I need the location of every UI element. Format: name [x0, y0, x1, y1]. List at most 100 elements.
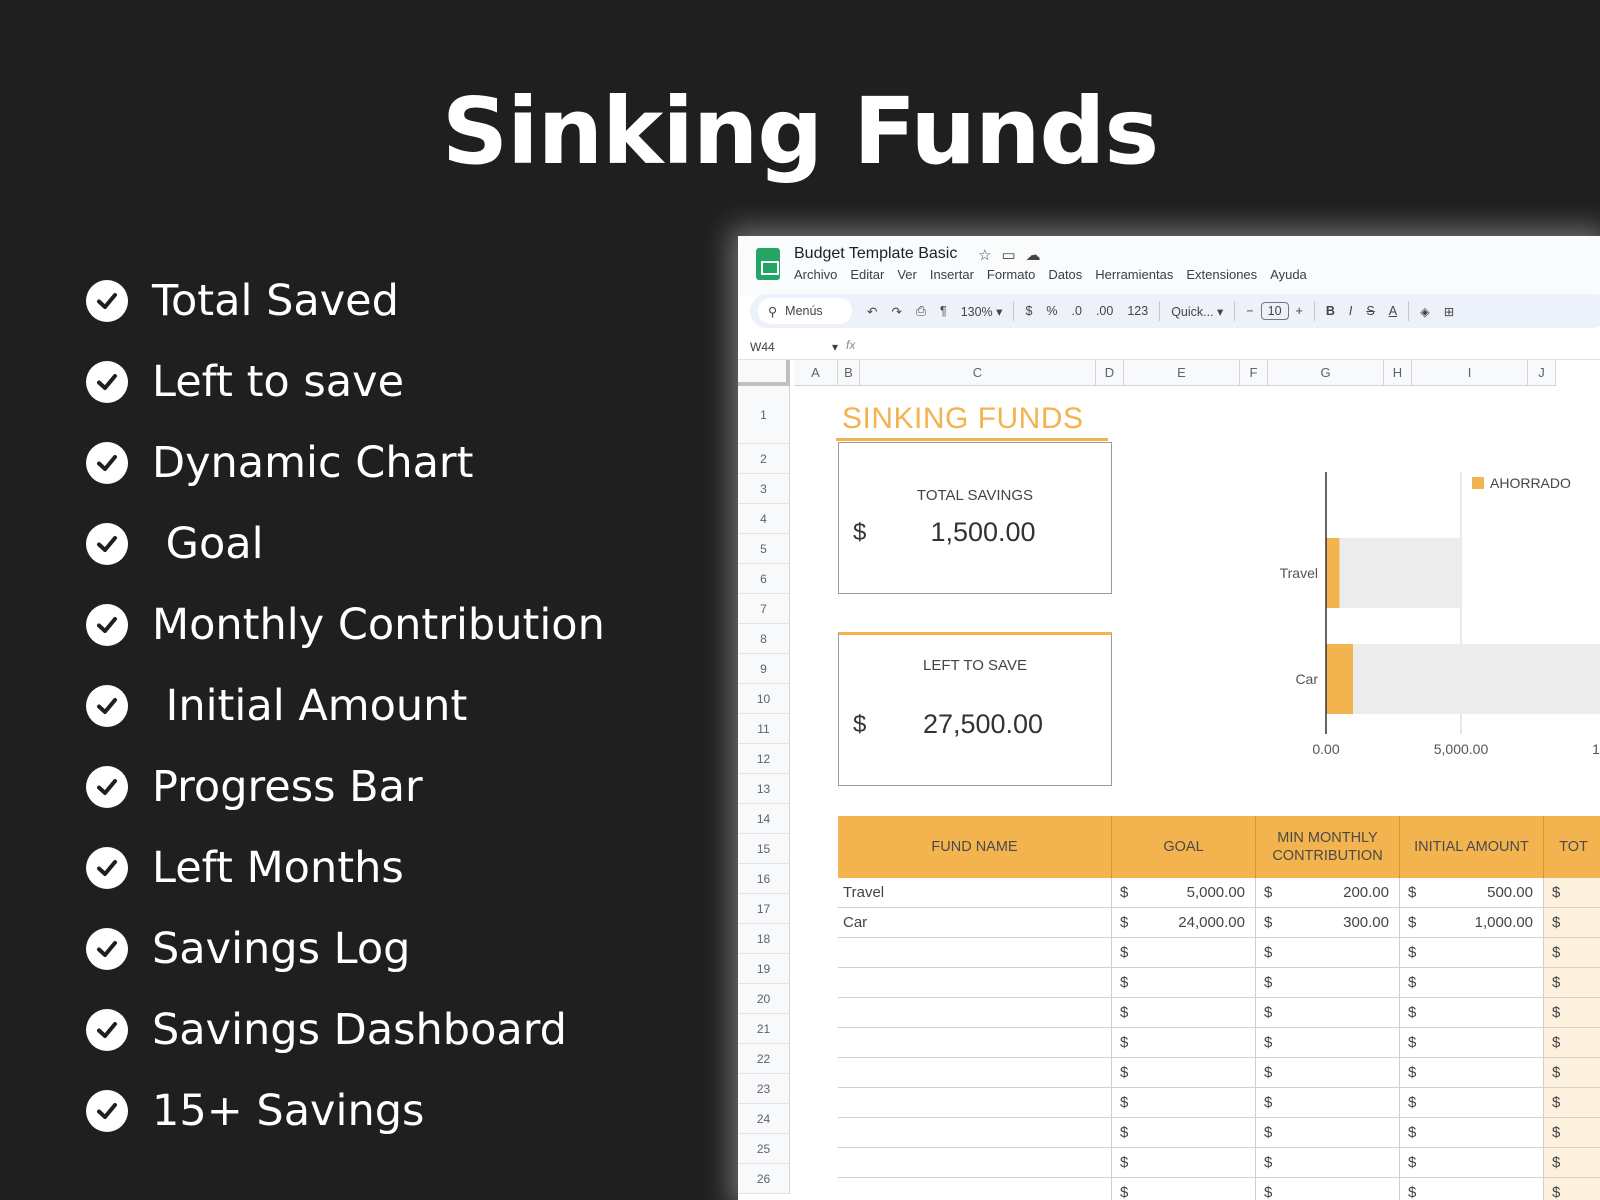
table-cell[interactable]: $ — [1112, 1148, 1256, 1178]
table-cell[interactable]: $ — [1112, 998, 1256, 1028]
table-cell[interactable]: $200.00 — [1256, 878, 1400, 908]
print-icon[interactable]: ⎙ — [909, 304, 933, 319]
fund-name-cell[interactable] — [838, 1058, 1112, 1088]
row-header[interactable]: 26 — [738, 1164, 790, 1194]
fund-name-cell[interactable] — [838, 1118, 1112, 1148]
font-size-input[interactable]: 10 — [1260, 302, 1289, 320]
select-all-corner[interactable] — [738, 360, 790, 386]
number-format-button[interactable]: 123 — [1120, 304, 1155, 318]
row-header[interactable]: 5 — [738, 534, 790, 564]
table-cell[interactable]: $ — [1544, 1028, 1600, 1058]
strikethrough-icon[interactable]: S — [1359, 304, 1381, 318]
menu-editar[interactable]: Editar — [850, 267, 884, 282]
fund-name-cell[interactable]: Car — [838, 908, 1112, 938]
decrease-decimal-button[interactable]: .0 — [1065, 304, 1089, 318]
paint-format-icon[interactable]: ¶ — [933, 304, 954, 318]
table-cell[interactable]: $ — [1112, 1118, 1256, 1148]
fund-name-cell[interactable] — [838, 968, 1112, 998]
row-header[interactable]: 18 — [738, 924, 790, 954]
table-cell[interactable]: $ — [1256, 1118, 1400, 1148]
star-icon[interactable]: ☆ — [978, 247, 1001, 264]
row-header[interactable]: 3 — [738, 474, 790, 504]
table-header[interactable]: TOT — [1544, 816, 1600, 878]
table-cell[interactable]: $ — [1112, 1088, 1256, 1118]
cloud-icon[interactable]: ☁ — [1026, 247, 1051, 264]
table-cell[interactable]: $ — [1544, 938, 1600, 968]
row-header[interactable]: 10 — [738, 684, 790, 714]
menu-archivo[interactable]: Archivo — [794, 267, 837, 282]
row-header[interactable]: 13 — [738, 774, 790, 804]
table-cell[interactable]: $300.00 — [1256, 908, 1400, 938]
table-header[interactable]: GOAL — [1112, 816, 1256, 878]
menu-extensiones[interactable]: Extensiones — [1186, 267, 1257, 282]
row-header[interactable]: 17 — [738, 894, 790, 924]
fund-name-cell[interactable]: Travel — [838, 878, 1112, 908]
row-header[interactable]: 2 — [738, 444, 790, 474]
undo-icon[interactable]: ↶ — [860, 304, 884, 319]
fill-color-icon[interactable]: ◈ — [1413, 304, 1437, 319]
fund-name-cell[interactable] — [838, 938, 1112, 968]
column-header-i[interactable]: I — [1412, 360, 1528, 386]
table-header[interactable]: MIN MONTHLY CONTRIBUTION — [1256, 816, 1400, 878]
percent-button[interactable]: % — [1039, 304, 1064, 318]
column-header-d[interactable]: D — [1096, 360, 1124, 386]
table-cell[interactable]: $ — [1112, 1178, 1256, 1200]
increase-decimal-button[interactable]: .00 — [1089, 304, 1120, 318]
row-header[interactable]: 25 — [738, 1134, 790, 1164]
table-header[interactable]: INITIAL AMOUNT — [1400, 816, 1544, 878]
zoom-select[interactable]: 130% ▾ — [954, 304, 1010, 319]
menu-ayuda[interactable]: Ayuda — [1270, 267, 1307, 282]
font-select[interactable]: Quick... ▾ — [1164, 304, 1230, 319]
table-cell[interactable]: $ — [1400, 938, 1544, 968]
table-cell[interactable]: $5,000.00 — [1112, 878, 1256, 908]
table-cell[interactable]: $ — [1400, 968, 1544, 998]
name-box[interactable]: W44 ▾ — [750, 340, 838, 354]
fund-name-cell[interactable] — [838, 1088, 1112, 1118]
table-cell[interactable]: $ — [1112, 1058, 1256, 1088]
table-cell[interactable]: $ — [1400, 1178, 1544, 1200]
redo-icon[interactable]: ↷ — [884, 304, 908, 319]
table-cell[interactable]: $ — [1256, 1148, 1400, 1178]
row-header[interactable]: 15 — [738, 834, 790, 864]
table-cell[interactable]: $ — [1400, 1118, 1544, 1148]
move-folder-icon[interactable]: ▭ — [1001, 247, 1025, 264]
row-header[interactable]: 14 — [738, 804, 790, 834]
table-cell[interactable]: $ — [1544, 968, 1600, 998]
row-header[interactable]: 7 — [738, 594, 790, 624]
currency-button[interactable]: $ — [1018, 304, 1039, 318]
table-cell[interactable]: $ — [1256, 998, 1400, 1028]
row-header[interactable]: 24 — [738, 1104, 790, 1134]
row-header[interactable]: 23 — [738, 1074, 790, 1104]
table-cell[interactable]: $ — [1256, 1058, 1400, 1088]
table-cell[interactable]: $ — [1256, 1088, 1400, 1118]
column-header-a[interactable]: A — [794, 360, 838, 386]
row-header[interactable]: 4 — [738, 504, 790, 534]
row-header[interactable]: 1 — [738, 386, 790, 444]
column-header-j[interactable]: J — [1528, 360, 1556, 386]
document-title[interactable]: Budget Template Basic — [794, 245, 957, 263]
row-header[interactable]: 12 — [738, 744, 790, 774]
table-cell[interactable]: $ — [1544, 1178, 1600, 1200]
font-size-increase-icon[interactable]: + — [1289, 304, 1310, 318]
column-header-f[interactable]: F — [1240, 360, 1268, 386]
fund-name-cell[interactable] — [838, 998, 1112, 1028]
borders-icon[interactable]: ⊞ — [1437, 304, 1461, 319]
menu-datos[interactable]: Datos — [1048, 267, 1082, 282]
menu-formato[interactable]: Formato — [987, 267, 1035, 282]
row-header[interactable]: 16 — [738, 864, 790, 894]
row-header[interactable]: 11 — [738, 714, 790, 744]
fund-name-cell[interactable] — [838, 1028, 1112, 1058]
table-cell[interactable]: $ — [1112, 938, 1256, 968]
table-cell[interactable]: $ — [1544, 1088, 1600, 1118]
sheets-logo-icon[interactable] — [756, 248, 780, 280]
table-cell[interactable]: $24,000.00 — [1112, 908, 1256, 938]
column-header-e[interactable]: E — [1124, 360, 1240, 386]
menu-ver[interactable]: Ver — [897, 267, 917, 282]
column-header-c[interactable]: C — [860, 360, 1096, 386]
text-color-icon[interactable]: A — [1382, 304, 1404, 318]
fund-name-cell[interactable] — [838, 1178, 1112, 1200]
table-cell[interactable]: $ — [1544, 1148, 1600, 1178]
table-cell[interactable]: $ — [1256, 1028, 1400, 1058]
table-cell[interactable]: $ — [1400, 1028, 1544, 1058]
column-header-g[interactable]: G — [1268, 360, 1384, 386]
